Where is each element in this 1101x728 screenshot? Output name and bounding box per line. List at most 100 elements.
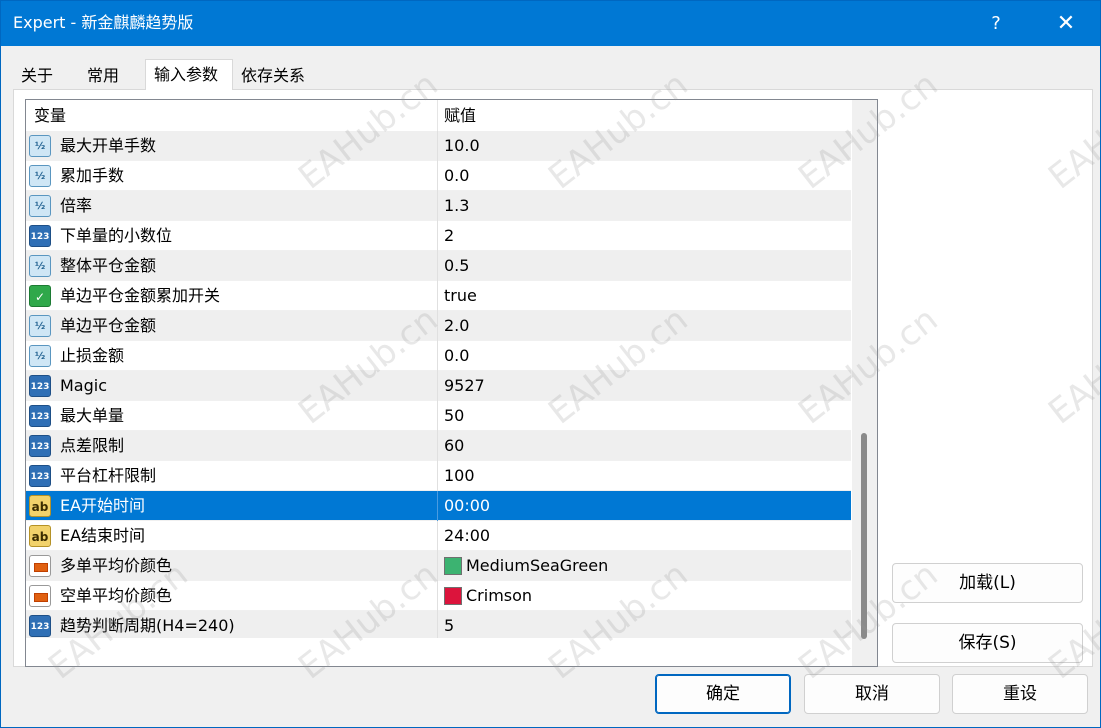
parameter-name: Magic	[60, 376, 108, 395]
double-icon: ½	[29, 345, 51, 367]
integer-icon: 123	[29, 435, 51, 457]
double-icon: ½	[29, 255, 51, 277]
parameter-row[interactable]: ✓ 单边平仓金额累加开关 true	[26, 281, 851, 311]
column-divider	[437, 281, 438, 311]
expert-dialog: Expert - 新金麒麟趋势版 ? ✕ 关于 常用 输入参数 依存关系 变量 …	[0, 0, 1101, 728]
double-icon: ½	[29, 135, 51, 157]
parameter-value[interactable]: 2.0	[444, 311, 469, 341]
grid-header: 变量 赋值	[26, 100, 851, 131]
parameters-grid: 变量 赋值 ½ 最大开单手数 10.0 ½ 累加手数 0.0 ½ 倍率 1.3 123 下单量的小数…	[25, 99, 878, 667]
column-header-variable[interactable]: 变量	[34, 100, 66, 131]
parameter-value[interactable]: 5	[444, 611, 454, 641]
parameter-row[interactable]: ½ 止损金额 0.0	[26, 341, 851, 371]
cancel-button[interactable]: 取消	[804, 674, 940, 714]
column-divider	[437, 491, 438, 521]
parameter-value[interactable]: 00:00	[444, 491, 490, 521]
parameter-row[interactable]: 123 平台杠杆限制 100	[26, 461, 851, 491]
parameter-name: 倍率	[60, 196, 93, 215]
column-divider	[437, 551, 438, 581]
parameter-value[interactable]: 0.0	[444, 341, 469, 371]
integer-icon: 123	[29, 615, 51, 637]
parameter-name: 止损金额	[60, 346, 125, 365]
parameter-row[interactable]: ab EA结束时间 24:00	[26, 521, 851, 551]
parameter-row[interactable]: ½ 整体平仓金额 0.5	[26, 251, 851, 281]
parameter-name: 平台杠杆限制	[60, 466, 157, 485]
parameter-row[interactable]: 空单平均价颜色 Crimson	[26, 581, 851, 611]
parameter-row[interactable]: ½ 最大开单手数 10.0	[26, 131, 851, 161]
parameter-value[interactable]: 10.0	[444, 131, 480, 161]
help-icon[interactable]: ?	[973, 1, 1019, 46]
parameter-value[interactable]: 1.3	[444, 191, 469, 221]
column-divider	[437, 191, 438, 221]
parameter-value[interactable]: 0.0	[444, 161, 469, 191]
parameter-row[interactable]: 123 最大单量 50	[26, 401, 851, 431]
reset-button[interactable]: 重设	[952, 674, 1088, 714]
parameter-value[interactable]: 0.5	[444, 251, 469, 281]
parameter-row[interactable]: ½ 倍率 1.3	[26, 191, 851, 221]
parameter-value[interactable]: MediumSeaGreen	[466, 551, 608, 581]
close-icon[interactable]: ✕	[1043, 1, 1089, 46]
tab-inputs[interactable]: 输入参数	[145, 59, 233, 90]
parameter-name: 多单平均价颜色	[60, 556, 173, 575]
parameter-name: 单边平仓金额	[60, 316, 157, 335]
column-divider	[437, 461, 438, 491]
parameter-row[interactable]: 123 点差限制 60	[26, 431, 851, 461]
parameter-value[interactable]: 24:00	[444, 521, 490, 551]
string-icon: ab	[29, 495, 51, 517]
parameter-row[interactable]: 123 下单量的小数位 2	[26, 221, 851, 251]
parameter-name: EA开始时间	[60, 496, 146, 515]
ok-button[interactable]: 确定	[655, 674, 791, 714]
bool-icon: ✓	[29, 285, 51, 307]
column-divider	[437, 611, 438, 641]
parameter-row[interactable]: ab EA开始时间 00:00	[26, 491, 851, 521]
parameter-name: 点差限制	[60, 436, 125, 455]
color-swatch	[444, 587, 462, 605]
parameter-value[interactable]: 9527	[444, 371, 485, 401]
parameter-row[interactable]: 123 Magic 9527	[26, 371, 851, 401]
column-divider	[437, 221, 438, 251]
parameter-row[interactable]: ½ 单边平仓金额 2.0	[26, 311, 851, 341]
integer-icon: 123	[29, 225, 51, 247]
string-icon: ab	[29, 525, 51, 547]
parameter-value[interactable]: Crimson	[466, 581, 532, 611]
save-button[interactable]: 保存(S)	[892, 623, 1083, 663]
parameter-row[interactable]: ½ 累加手数 0.0	[26, 161, 851, 191]
color-icon	[29, 585, 51, 607]
parameter-value[interactable]: 60	[444, 431, 464, 461]
parameter-row[interactable]: 多单平均价颜色 MediumSeaGreen	[26, 551, 851, 581]
load-button[interactable]: 加载(L)	[892, 563, 1083, 603]
integer-icon: 123	[29, 465, 51, 487]
parameter-rows: ½ 最大开单手数 10.0 ½ 累加手数 0.0 ½ 倍率 1.3 123 下单量的小数位 2 ½ 整体平…	[26, 131, 851, 641]
title-bar[interactable]: Expert - 新金麒麟趋势版 ? ✕	[1, 1, 1100, 46]
parameter-name: 单边平仓金额累加开关	[60, 286, 221, 305]
integer-icon: 123	[29, 375, 51, 397]
column-header-value[interactable]: 赋值	[444, 100, 476, 131]
integer-icon: 123	[29, 405, 51, 427]
column-divider	[437, 161, 438, 191]
column-divider	[437, 521, 438, 551]
parameter-name: 累加手数	[60, 166, 125, 185]
column-divider	[437, 581, 438, 611]
tab-dependencies[interactable]: 依存关系	[233, 63, 313, 89]
parameter-value[interactable]: 50	[444, 401, 464, 431]
column-divider	[437, 311, 438, 341]
parameter-row[interactable]: 123 趋势判断周期(H4=240) 5	[26, 611, 851, 641]
parameter-name: 整体平仓金额	[60, 256, 157, 275]
tab-common[interactable]: 常用	[79, 63, 141, 89]
double-icon: ½	[29, 165, 51, 187]
parameter-name: 下单量的小数位	[60, 226, 173, 245]
parameter-value[interactable]: 100	[444, 461, 475, 491]
double-icon: ½	[29, 315, 51, 337]
parameter-value[interactable]: 2	[444, 221, 454, 251]
parameter-name: 最大单量	[60, 406, 125, 425]
color-swatch	[444, 557, 462, 575]
column-divider	[437, 131, 438, 161]
vertical-scrollbar[interactable]	[852, 100, 877, 666]
column-divider[interactable]	[437, 100, 438, 131]
parameter-value[interactable]: true	[444, 281, 477, 311]
tab-about[interactable]: 关于	[13, 63, 75, 89]
column-divider	[437, 341, 438, 371]
scrollbar-thumb[interactable]	[861, 433, 867, 639]
double-icon: ½	[29, 195, 51, 217]
column-divider	[437, 371, 438, 401]
